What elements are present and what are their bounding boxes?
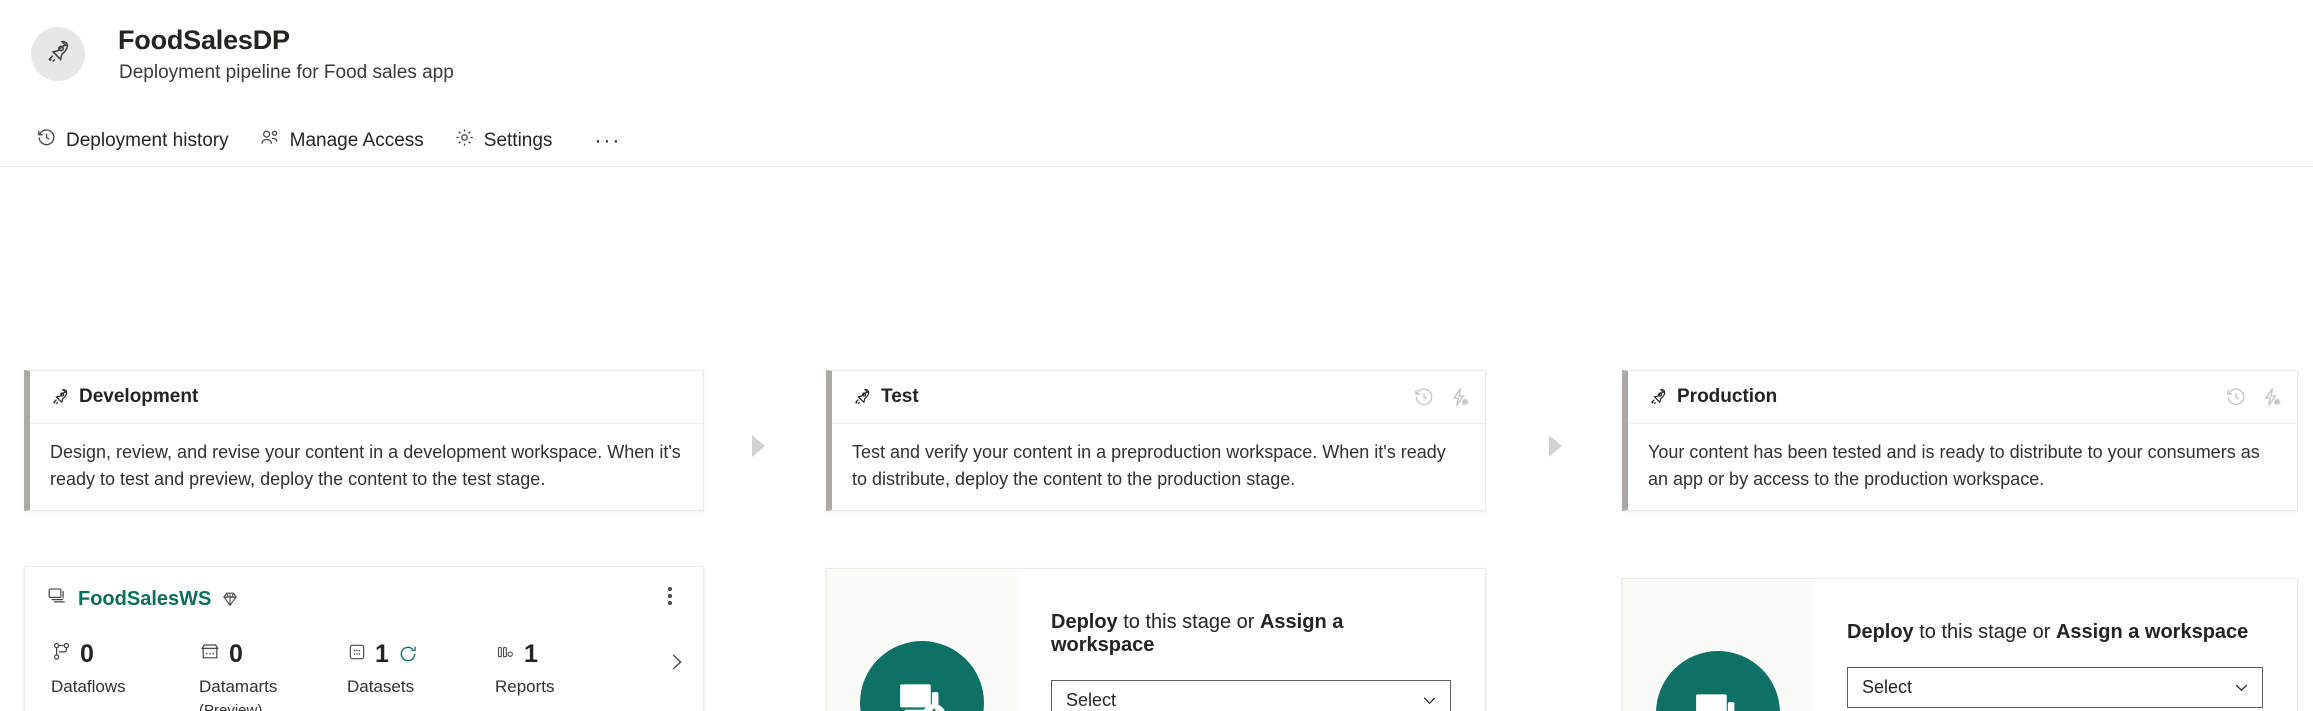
stage-connector-arrow [1549, 435, 1562, 457]
datasets-icon [347, 642, 367, 667]
add-workspace-icon [1656, 651, 1780, 711]
title-middle: to this stage or [1117, 611, 1260, 633]
history-clock-icon[interactable] [2225, 386, 2247, 408]
stage-title: Test [881, 386, 919, 407]
dataflows-icon [51, 641, 72, 667]
assign-emphasis: Assign a workspace [2055, 621, 2249, 643]
empty-stage-title: Deploy to this stage or Assign a workspa… [1847, 621, 2263, 644]
deploy-emphasis: Deploy [1847, 621, 1914, 643]
deployment-rules-icon[interactable] [2261, 386, 2283, 408]
metric-datasets[interactable]: 1 Datasets [347, 639, 495, 697]
empty-stage-illustration [1623, 579, 1813, 711]
deployment-rules-icon[interactable] [1449, 386, 1471, 408]
deployment-history-label: Deployment history [66, 129, 229, 151]
manage-access-label: Manage Access [289, 129, 424, 151]
stage-description: Test and verify your content in a prepro… [852, 442, 1446, 489]
workspace-select-value: Select [1066, 690, 1117, 710]
manage-access-button[interactable]: Manage Access [257, 122, 438, 159]
chevron-down-icon [2233, 679, 2250, 696]
metric-sublabel: (Preview) [199, 702, 263, 711]
rocket-icon [44, 38, 72, 71]
add-workspace-icon [860, 641, 984, 711]
empty-stage-panel-test: Deploy to this stage or Assign a workspa… [826, 568, 1486, 711]
stage-card-production: Production Your content has been tested … [1622, 370, 2298, 511]
page-subtitle: Deployment pipeline for Food sales app [119, 62, 454, 83]
stage-header: Development [30, 371, 703, 424]
metric-label: Dataflows [51, 677, 126, 696]
empty-stage-panel-production: Deploy to this stage or Assign a workspa… [1622, 578, 2298, 711]
reports-icon [495, 642, 516, 667]
empty-stage-illustration [827, 569, 1017, 711]
people-icon [259, 127, 281, 154]
empty-stage-content: Deploy to this stage or Assign a workspa… [1017, 569, 1485, 711]
metric-reports[interactable]: 1 Reports [495, 639, 643, 697]
header-divider [0, 166, 2313, 167]
deployment-history-button[interactable]: Deployment history [34, 122, 243, 159]
rocket-icon [1648, 387, 1668, 407]
empty-stage-content: Deploy to this stage or Assign a workspa… [1813, 579, 2297, 711]
metric-label: Reports [495, 677, 555, 696]
settings-button[interactable]: Settings [452, 122, 567, 159]
datamarts-icon [199, 641, 221, 667]
metric-count: 0 [229, 639, 243, 668]
chevron-down-icon [1421, 692, 1438, 709]
chevron-right-icon[interactable] [665, 651, 687, 673]
workspace-stack-icon [47, 587, 68, 611]
stage-header: Test [832, 371, 1485, 424]
metric-count: 1 [524, 639, 538, 668]
premium-diamond-icon [221, 590, 239, 608]
stage-card-test: Test Test and verify your content in a p… [826, 370, 1486, 511]
more-options-button[interactable]: ··· [582, 130, 633, 151]
workspace-name-link[interactable]: FoodSalesWS [78, 588, 211, 611]
workspace-metrics: 0 Dataflows 0 Datamarts (Preview) 1 Data… [25, 611, 703, 711]
stage-card-development: Development Design, review, and revise y… [24, 370, 704, 511]
pipeline-toolbar: Deployment history Manage Access Setting… [34, 122, 633, 159]
refresh-icon[interactable] [398, 644, 418, 664]
metric-datamarts[interactable]: 0 Datamarts (Preview) [199, 639, 347, 711]
stage-actions [2225, 386, 2283, 408]
page-title: FoodSalesDP [118, 25, 290, 55]
workspace-card: FoodSalesWS 0 Dataflows 0 Datamarts (Pre… [24, 566, 704, 711]
stage-connector-arrow [752, 435, 765, 457]
pipeline-avatar [31, 27, 85, 81]
history-clock-icon [36, 127, 57, 154]
stage-actions [1413, 386, 1471, 408]
stage-description: Design, review, and revise your content … [50, 442, 681, 489]
page-header: FoodSalesDP Deployment pipeline for Food… [0, 0, 2313, 178]
gear-icon [454, 127, 475, 154]
title-middle: to this stage or [1913, 621, 2056, 643]
stage-title: Production [1677, 386, 1778, 407]
metric-count: 0 [80, 639, 94, 668]
settings-label: Settings [483, 129, 553, 151]
empty-stage-title: Deploy to this stage or Assign a workspa… [1051, 611, 1451, 657]
workspace-select-dropdown[interactable]: Select [1847, 667, 2263, 708]
workspace-header: FoodSalesWS [25, 567, 703, 611]
stage-description: Your content has been tested and is read… [1648, 442, 2260, 489]
history-clock-icon[interactable] [1413, 386, 1435, 408]
workspace-select-dropdown[interactable]: Select [1051, 680, 1451, 711]
rocket-icon [852, 387, 872, 407]
workspace-select-value: Select [1862, 677, 1913, 697]
stage-header: Production [1628, 371, 2297, 424]
metric-count: 1 [375, 639, 389, 668]
rocket-icon [50, 387, 70, 407]
workspace-more-options-button[interactable] [657, 583, 683, 609]
metric-label: Datasets [347, 677, 415, 696]
metric-label: Datamarts [199, 677, 278, 696]
metric-dataflows[interactable]: 0 Dataflows [51, 639, 199, 697]
stage-title: Development [79, 386, 199, 407]
deploy-emphasis: Deploy [1051, 611, 1118, 633]
